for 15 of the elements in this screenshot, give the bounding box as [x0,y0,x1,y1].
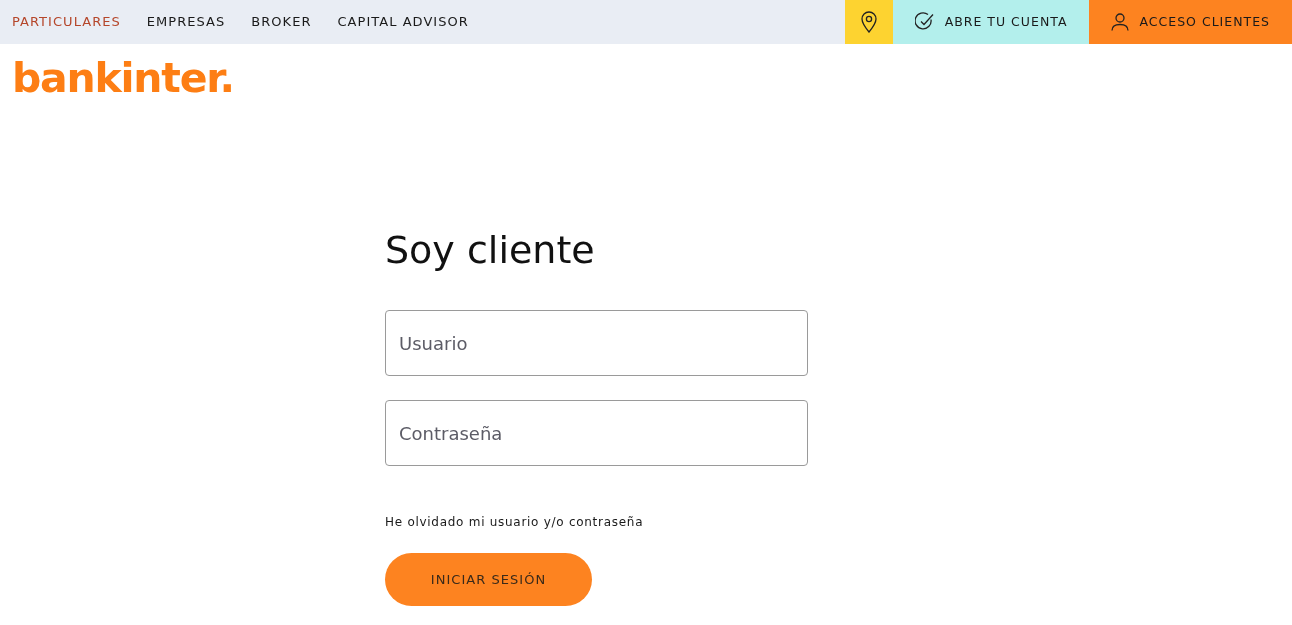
header-button[interactable]: ABRE TU CUENTA [892,0,1090,44]
location-button[interactable] [844,0,893,44]
input-field[interactable]: Usuario [385,310,808,376]
page-title: Soy cliente [385,228,596,272]
nav-link[interactable]: CAPITAL ADVISOR [337,12,469,32]
input-field[interactable]: Contraseña [385,400,808,466]
nav-link[interactable]: EMPRESAS [146,12,226,32]
nav-link[interactable]: PARTICULARES [12,12,121,32]
nav-link[interactable]: BROKER [251,12,312,32]
map-pin-icon [860,11,877,33]
user-icon [1111,13,1130,31]
forgot-credentials-link[interactable]: He olvidado mi usuario y/o contraseña [385,513,808,531]
header-button[interactable]: ACCESO CLIENTES [1089,0,1292,44]
login-button[interactable]: INICIAR SESIÓN [385,553,592,606]
check-circle-icon [914,12,935,32]
